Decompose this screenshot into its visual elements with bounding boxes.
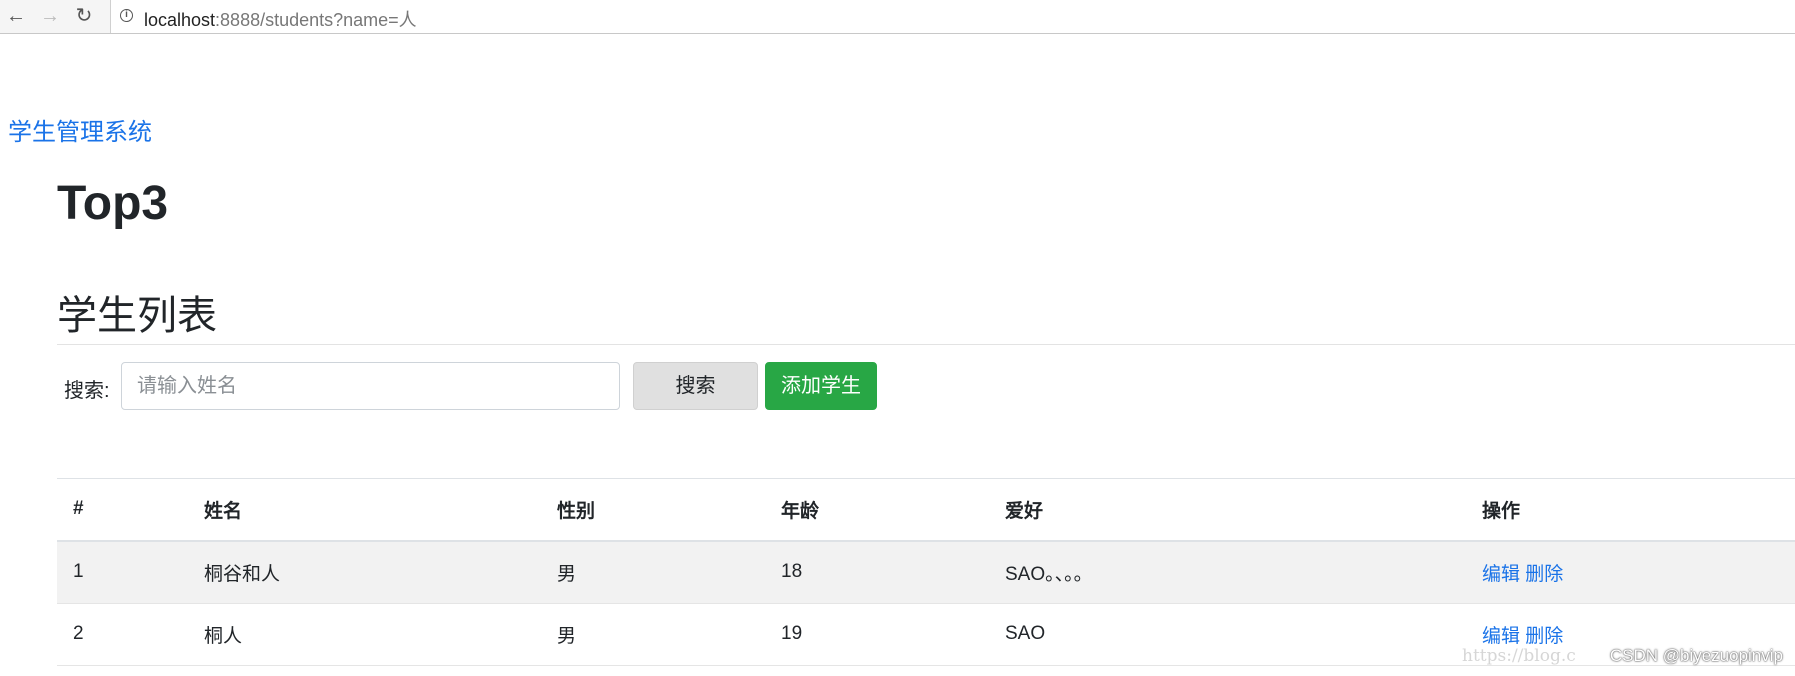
- section-divider: [57, 344, 1795, 345]
- info-icon[interactable]: i: [120, 9, 133, 22]
- cell-actions: 编辑 删除: [1466, 540, 1795, 604]
- edit-link[interactable]: 编辑: [1482, 564, 1520, 585]
- delete-link[interactable]: 删除: [1525, 626, 1563, 647]
- search-input[interactable]: [121, 362, 620, 410]
- cell-age: 19: [765, 603, 989, 666]
- table-row: 1 桐谷和人 男 18 SAO。、。。 编辑 删除: [57, 540, 1795, 604]
- cell-gender: 男: [541, 603, 765, 666]
- edit-link[interactable]: 编辑: [1482, 626, 1520, 647]
- header-gender: 性别: [541, 478, 765, 542]
- brand-link[interactable]: 学生管理系统: [8, 112, 152, 147]
- header-age: 年龄: [765, 478, 989, 542]
- cell-gender: 男: [541, 540, 765, 604]
- forward-arrow-icon[interactable]: →: [38, 4, 62, 28]
- cell-name: 桐谷和人: [188, 540, 541, 604]
- browser-toolbar: ← → ↻ i localhost:8888/students?name=人: [0, 0, 1795, 34]
- address-bar[interactable]: i localhost:8888/students?name=人: [110, 0, 1795, 33]
- back-arrow-icon[interactable]: ←: [4, 4, 28, 28]
- header-actions: 操作: [1466, 478, 1795, 542]
- table-header-row: # 姓名 性别 年龄 爱好 操作: [57, 478, 1795, 542]
- page-title: Top3: [57, 177, 169, 230]
- header-name: 姓名: [188, 478, 541, 542]
- cell-hobby: SAO: [989, 603, 1466, 666]
- delete-link[interactable]: 删除: [1525, 564, 1563, 585]
- search-button[interactable]: 搜索: [633, 362, 758, 410]
- url-path: :8888/students?name=人: [215, 10, 417, 30]
- cell-age: 18: [765, 540, 989, 604]
- cell-hobby: SAO。、。。: [989, 540, 1466, 604]
- students-table: # 姓名 性别 年龄 爱好 操作 1 桐谷和人 男 18 SAO。、。。 编辑 …: [57, 478, 1795, 666]
- header-hobby: 爱好: [989, 478, 1466, 542]
- url-host: localhost: [144, 10, 216, 30]
- url-text[interactable]: localhost:8888/students?name=人: [144, 6, 417, 32]
- add-student-button[interactable]: 添加学生: [765, 362, 877, 410]
- watermark-url: https://blog.c: [1462, 646, 1576, 666]
- header-number: #: [57, 478, 188, 542]
- cell-number: 1: [57, 540, 188, 604]
- cell-name: 桐人: [188, 603, 541, 666]
- watermark: CSDN @biyezuopinvip: [1609, 646, 1783, 665]
- section-title: 学生列表: [57, 294, 217, 338]
- cell-number: 2: [57, 603, 188, 666]
- reload-icon[interactable]: ↻: [72, 4, 96, 28]
- search-label: 搜索:: [64, 380, 110, 402]
